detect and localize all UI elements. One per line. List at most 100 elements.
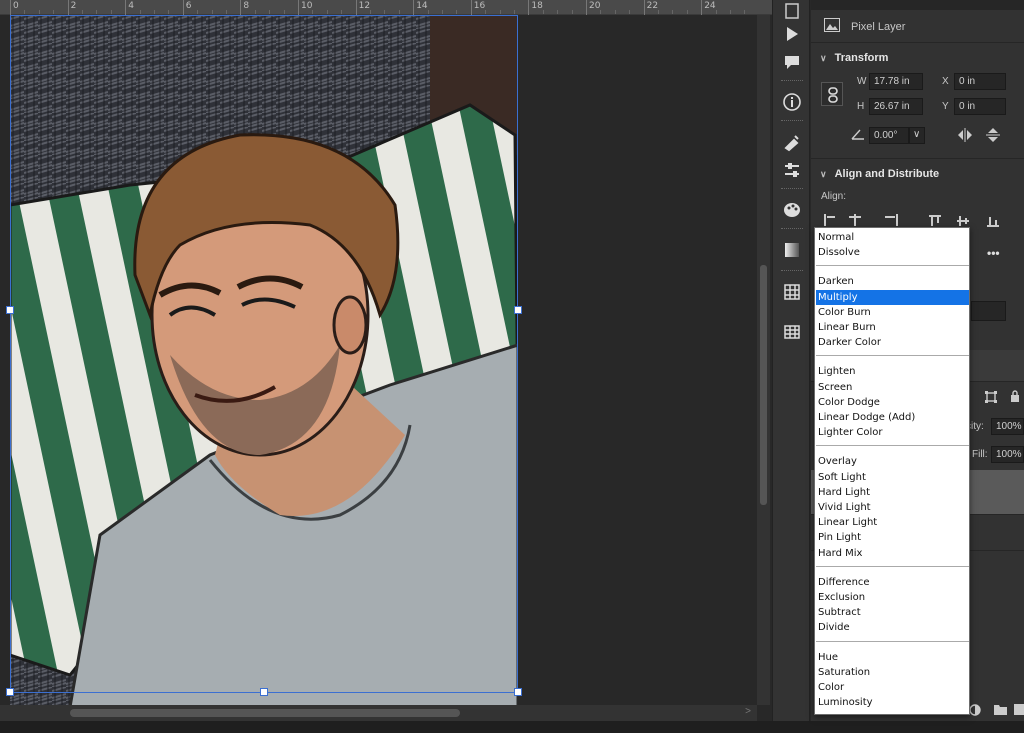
blend-mode-option[interactable]: Exclusion [816, 590, 969, 605]
height-field[interactable]: 26.67 in [869, 98, 923, 115]
width-label: W [857, 76, 867, 87]
blend-mode-option[interactable]: Hard Light [816, 485, 969, 500]
more-options-button[interactable]: ••• [987, 246, 1000, 260]
transform-handle-bottom-right[interactable] [514, 688, 522, 696]
ruler-minor-tick [427, 10, 429, 14]
blend-mode-option[interactable]: Color Burn [816, 305, 969, 320]
history-icon[interactable] [782, 2, 802, 22]
fill-field[interactable]: 100% [991, 446, 1024, 463]
vertical-scroll-thumb[interactable] [760, 265, 767, 505]
blend-mode-option[interactable]: Screen [816, 380, 969, 395]
height-label: H [857, 101, 865, 112]
blend-mode-option[interactable]: Normal [816, 230, 969, 245]
blend-mode-option[interactable]: Vivid Light [816, 500, 969, 515]
transform-handle-bottom-center[interactable] [260, 688, 268, 696]
ruler-tick: 14 [413, 0, 428, 15]
transform-handle-bottom-left[interactable] [6, 688, 14, 696]
blend-mode-option[interactable]: Darken [816, 274, 969, 289]
blend-mode-option[interactable]: Linear Light [816, 515, 969, 530]
x-position-field[interactable]: 0 in [954, 73, 1006, 90]
opacity-field[interactable]: 100% [991, 418, 1024, 435]
blend-mode-option[interactable]: Hue [816, 650, 969, 665]
transform-handle-top-left[interactable] [6, 306, 14, 314]
ruler-minor-tick [168, 10, 170, 14]
new-layer-icon[interactable] [1014, 704, 1024, 715]
angle-dropdown-button[interactable]: ∨ [909, 127, 925, 144]
color-palette-icon[interactable] [782, 200, 802, 220]
info-icon[interactable] [782, 92, 802, 112]
chevron-down-icon: ∨ [820, 169, 827, 179]
comments-icon[interactable] [782, 52, 802, 72]
flip-horizontal-icon[interactable] [956, 127, 974, 143]
blend-mode-option[interactable]: Overlay [816, 454, 969, 469]
y-position-field[interactable]: 0 in [954, 98, 1006, 115]
play-actions-icon[interactable] [782, 24, 802, 44]
blend-mode-option[interactable]: Linear Dodge (Add) [816, 410, 969, 425]
transform-handle-middle-right[interactable] [514, 306, 522, 314]
ruler-tick: 12 [355, 0, 370, 15]
width-field[interactable]: 17.78 in [869, 73, 923, 90]
horizontal-scroll-thumb[interactable] [70, 709, 460, 717]
align-top-edges-icons[interactable] [929, 214, 1005, 228]
ruler-minor-tick [686, 10, 688, 14]
blend-mode-option[interactable]: Lighten [816, 364, 969, 379]
transform-bounding-box[interactable] [10, 15, 518, 693]
ruler-minor-tick [658, 10, 659, 14]
blend-mode-option[interactable]: Multiply [816, 289, 969, 305]
blend-mode-option[interactable]: Lighter Color [816, 425, 969, 440]
lock-artboard-icon[interactable] [985, 391, 997, 403]
blend-mode-option[interactable]: Color [816, 680, 969, 695]
blend-mode-option[interactable]: Difference [816, 575, 969, 590]
blend-mode-option[interactable]: Dissolve [816, 245, 969, 260]
blend-mode-option[interactable]: Luminosity [816, 695, 969, 710]
blend-mode-dropdown-menu[interactable]: Normal Dissolve Darken Multiply Color Burn Li… [814, 227, 970, 715]
transform-title: Transform [834, 52, 889, 64]
pixel-layer-icon [824, 18, 840, 32]
vertical-scrollbar[interactable] [757, 15, 770, 705]
blend-mode-option[interactable]: Soft Light [816, 470, 969, 485]
ruler-minor-tick [38, 10, 40, 14]
flip-vertical-icon[interactable] [985, 126, 1001, 144]
blend-mode-option[interactable]: Darker Color [816, 335, 969, 350]
ruler-minor-tick [269, 10, 271, 14]
align-section-header[interactable]: ∨ Align and Distribute [820, 168, 939, 180]
ruler-minor-tick [715, 10, 717, 14]
blend-mode-option[interactable]: Color Dodge [816, 395, 969, 410]
blend-mode-option[interactable]: Saturation [816, 665, 969, 680]
ruler-tick-label: 0 [13, 1, 19, 11]
gradients-icon[interactable] [782, 240, 802, 260]
ruler-tick-label: 10 [301, 1, 313, 11]
align-left-edges-icons[interactable] [823, 214, 899, 226]
ruler-tick-label: 2 [70, 1, 77, 11]
menu-separator [816, 355, 969, 357]
panel-icon-strip [772, 0, 810, 721]
table-grid-icon[interactable] [782, 322, 802, 342]
hidden-field[interactable] [971, 301, 1006, 321]
transform-section-header[interactable]: ∨ Transform [820, 52, 888, 64]
blend-mode-option[interactable]: Linear Burn [816, 320, 969, 335]
horizontal-scrollbar[interactable]: > [0, 705, 757, 721]
blend-mode-option[interactable]: Hard Mix [816, 546, 969, 561]
swatches-grid-icon[interactable] [782, 282, 802, 302]
link-dimensions-button[interactable] [821, 82, 843, 106]
ruler-minor-tick [557, 10, 559, 14]
ruler-minor-tick [96, 10, 98, 14]
scroll-right-icon[interactable]: > [745, 706, 751, 717]
ruler-minor-tick [326, 10, 328, 14]
blend-mode-option[interactable]: Subtract [816, 605, 969, 620]
adjustment-layer-icon[interactable] [969, 704, 981, 716]
blend-mode-option[interactable]: Divide [816, 620, 969, 635]
new-group-folder-icon[interactable] [994, 704, 1007, 715]
rotation-angle-field[interactable]: 0.00° [869, 127, 909, 144]
ruler-minor-tick [456, 10, 458, 14]
lock-all-icon[interactable] [1009, 390, 1021, 403]
ruler-tick-label: 20 [589, 1, 601, 11]
blend-mode-option[interactable]: Pin Light [816, 530, 969, 545]
ruler-minor-tick [384, 10, 386, 14]
ruler-minor-tick [442, 10, 443, 14]
brush-settings-icon[interactable] [782, 132, 802, 152]
adjustments-sliders-icon[interactable] [782, 160, 802, 180]
chain-link-icon [828, 87, 838, 103]
ruler-tick-label: 4 [128, 1, 134, 11]
ruler-minor-tick [744, 10, 746, 14]
